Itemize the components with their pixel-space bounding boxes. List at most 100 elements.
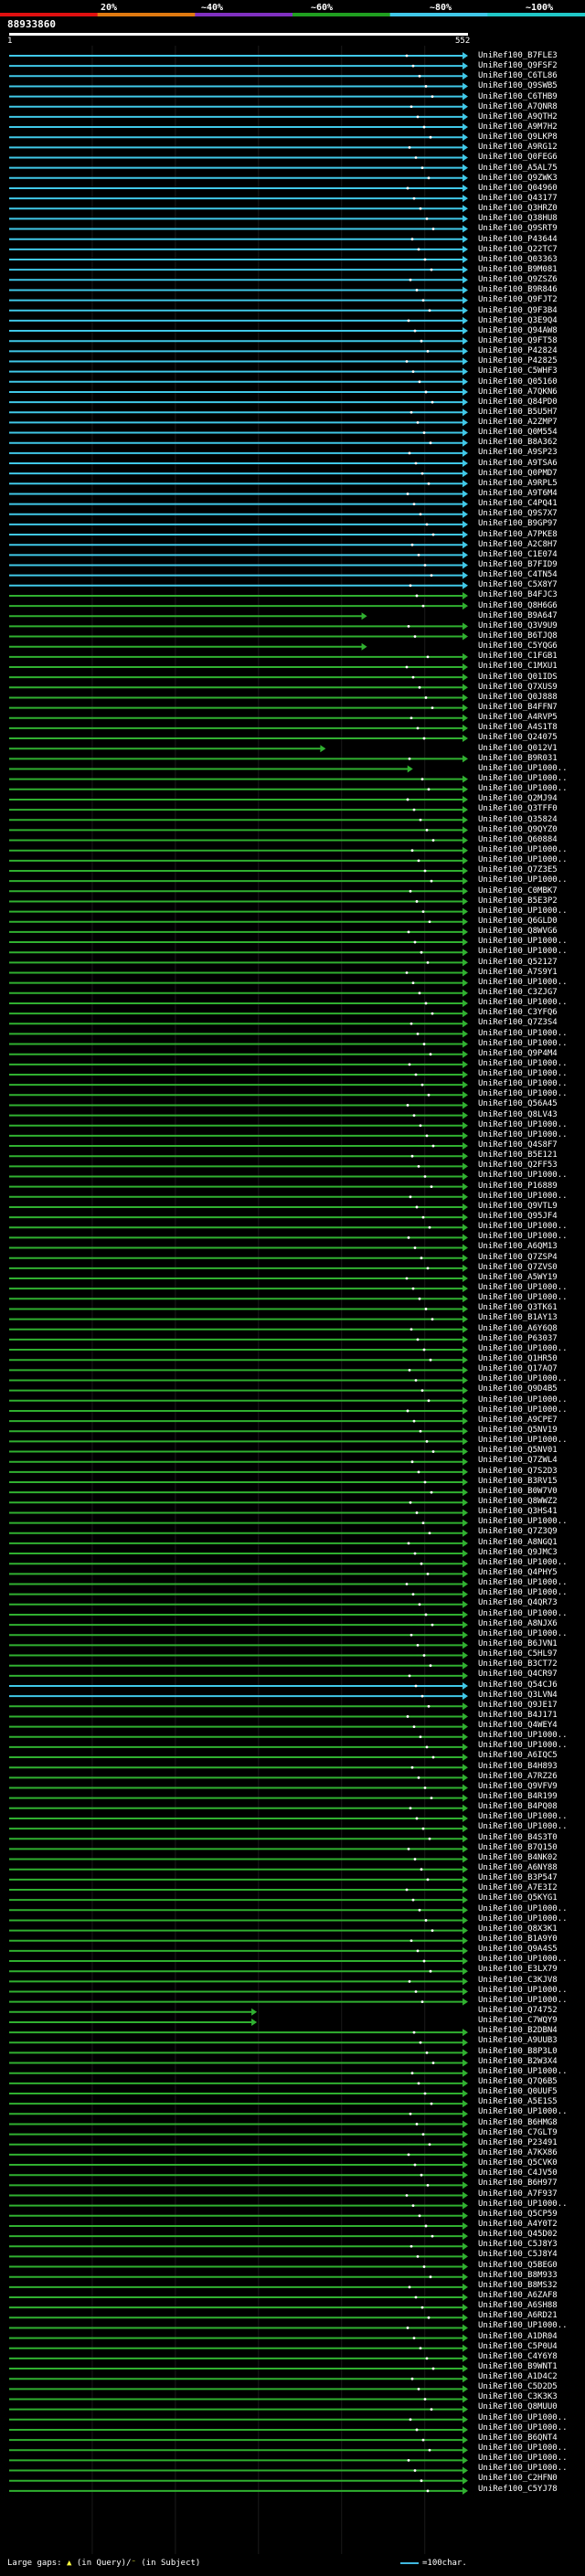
hit-label-link[interactable]: UniRef100_UP1000.. [478,845,585,855]
hit-label-link[interactable]: UniRef100_C5YQG6 [478,641,585,652]
hit-label-link[interactable]: UniRef100_B2DBN4 [478,2026,585,2036]
hit-label-link[interactable]: UniRef100_UP1000.. [478,1741,585,1751]
hit-label-link[interactable]: UniRef100_B6TJQ8 [478,631,585,641]
hit-label-link[interactable]: UniRef100_Q4PHY5 [478,1568,585,1578]
hit-label-link[interactable]: UniRef100_Q38HU8 [478,214,585,224]
hit-label-link[interactable]: UniRef100_B8A362 [478,438,585,448]
hit-label-link[interactable]: UniRef100_UP1000.. [478,1059,585,1069]
hit-label-link[interactable]: UniRef100_Q9VFV9 [478,1782,585,1792]
hit-label-link[interactable]: UniRef100_C5P0U4 [478,2342,585,2352]
hit-label-link[interactable]: UniRef100_Q9FSF2 [478,61,585,71]
hit-label-link[interactable]: UniRef100_Q3TFF0 [478,804,585,814]
hit-label-link[interactable]: UniRef100_B2W3X4 [478,2057,585,2067]
hit-label-link[interactable]: UniRef100_UP1000.. [478,875,585,885]
hit-label-link[interactable]: UniRef100_Q43177 [478,194,585,204]
hit-label-link[interactable]: UniRef100_Q9JE17 [478,1701,585,1711]
hit-label-link[interactable]: UniRef100_UP1000.. [478,1222,585,1232]
hit-label-link[interactable]: UniRef100_B0W7V0 [478,1487,585,1497]
hit-label-link[interactable]: UniRef100_Q9F3B4 [478,306,585,316]
hit-label-link[interactable]: UniRef100_UP1000.. [478,1822,585,1832]
hit-label-link[interactable]: UniRef100_B4FJC3 [478,590,585,600]
hit-label-link[interactable]: UniRef100_B6JVN1 [478,1639,585,1649]
hit-label-link[interactable]: UniRef100_B6HMG8 [478,2118,585,2128]
hit-label-link[interactable]: UniRef100_B3P547 [478,1873,585,1883]
hit-label-link[interactable]: UniRef100_C0MBK7 [478,886,585,896]
hit-label-link[interactable]: UniRef100_UP1000.. [478,1436,585,1446]
hit-label-link[interactable]: UniRef100_UP1000.. [478,774,585,784]
hit-label-link[interactable]: UniRef100_C5HL97 [478,1649,585,1659]
hit-label-link[interactable]: UniRef100_Q0PMD7 [478,469,585,479]
hit-label-link[interactable]: UniRef100_UP1000.. [478,1130,585,1140]
hit-label-link[interactable]: UniRef100_A6ZAF8 [478,2291,585,2301]
hit-label-link[interactable]: UniRef100_UP1000.. [478,2067,585,2077]
hit-label-link[interactable]: UniRef100_B9R031 [478,754,585,764]
hit-label-link[interactable]: UniRef100_B8MS32 [478,2281,585,2291]
hit-label-link[interactable]: UniRef100_A7RZ26 [478,1772,585,1782]
hit-label-link[interactable]: UniRef100_B4J171 [478,1711,585,1721]
hit-label-link[interactable]: UniRef100_C7GLT9 [478,2128,585,2138]
hit-label-link[interactable]: UniRef100_Q01IDS [478,673,585,683]
hit-label-link[interactable]: UniRef100_UP1000.. [478,764,585,774]
hit-label-link[interactable]: UniRef100_C7WQY9 [478,2016,585,2026]
hit-label-link[interactable]: UniRef100_Q4CR97 [478,1670,585,1680]
hit-label-link[interactable]: UniRef100_Q3TK61 [478,1303,585,1313]
hit-label-link[interactable]: UniRef100_B6QNT4 [478,2433,585,2443]
hit-label-link[interactable]: UniRef100_UP1000.. [478,855,585,865]
hit-label-link[interactable]: UniRef100_UP1000.. [478,1629,585,1639]
hit-label-link[interactable]: UniRef100_Q24075 [478,733,585,743]
hit-label-link[interactable]: UniRef100_Q9ZWK3 [478,174,585,184]
hit-label-link[interactable]: UniRef100_C5YJ78 [478,2485,585,2495]
hit-label-link[interactable]: UniRef100_UP1000.. [478,1955,585,1965]
hit-label-link[interactable]: UniRef100_Q7Z3Q9 [478,1527,585,1537]
hit-label-link[interactable]: UniRef100_Q9FJT2 [478,295,585,305]
hit-label-link[interactable]: UniRef100_A5E1S5 [478,2097,585,2107]
hit-label-link[interactable]: UniRef100_UP1000.. [478,1588,585,1598]
hit-label-link[interactable]: UniRef100_Q05160 [478,377,585,387]
hit-label-link[interactable]: UniRef100_Q3V9U9 [478,621,585,631]
hit-label-link[interactable]: UniRef100_Q7Z3E5 [478,865,585,875]
hit-label-link[interactable]: UniRef100_Q5NV19 [478,1426,585,1436]
hit-label-link[interactable]: UniRef100_P42824 [478,346,585,356]
hit-label-link[interactable]: UniRef100_A7F937 [478,2189,585,2200]
hit-label-link[interactable]: UniRef100_Q9S7X7 [478,509,585,519]
hit-label-link[interactable]: UniRef100_Q7S2D3 [478,1467,585,1477]
hit-label-link[interactable]: UniRef100_A9QTH2 [478,112,585,122]
hit-label-link[interactable]: UniRef100_Q0UUF5 [478,2087,585,2097]
hit-label-link[interactable]: UniRef100_A1DR04 [478,2332,585,2342]
hit-label-link[interactable]: UniRef100_A9M7H2 [478,122,585,133]
hit-label-link[interactable]: UniRef100_UP1000.. [478,1731,585,1741]
hit-label-link[interactable]: UniRef100_Q2MJ94 [478,794,585,804]
hit-label-link[interactable]: UniRef100_A7QKN6 [478,387,585,398]
hit-label-link[interactable]: UniRef100_UP1000.. [478,1405,585,1415]
hit-label-link[interactable]: UniRef100_UP1000.. [478,1079,585,1089]
hit-label-link[interactable]: UniRef100_C5X8Y7 [478,580,585,590]
hit-label-link[interactable]: UniRef100_Q84PD0 [478,398,585,408]
hit-label-link[interactable]: UniRef100_A9RG12 [478,143,585,153]
hit-label-link[interactable]: UniRef100_B3CT72 [478,1659,585,1670]
hit-label-link[interactable]: UniRef100_Q95JF4 [478,1212,585,1222]
hit-label-link[interactable]: UniRef100_UP1000.. [478,2413,585,2423]
hit-label-link[interactable]: UniRef100_Q94AW8 [478,326,585,336]
hit-label-link[interactable]: UniRef100_Q3LVN4 [478,1691,585,1701]
hit-label-link[interactable]: UniRef100_Q03363 [478,255,585,265]
hit-label-link[interactable]: UniRef100_B4H893 [478,1762,585,1772]
hit-label-link[interactable]: UniRef100_Q52127 [478,958,585,968]
hit-label-link[interactable]: UniRef100_P43644 [478,235,585,245]
hit-label-link[interactable]: UniRef100_Q2FF53 [478,1161,585,1171]
hit-label-link[interactable]: UniRef100_A7S9Y1 [478,968,585,978]
hit-label-link[interactable]: UniRef100_Q9VTL9 [478,1202,585,1212]
hit-label-link[interactable]: UniRef100_A8NGQ1 [478,1538,585,1548]
hit-label-link[interactable]: UniRef100_UP1000.. [478,1395,585,1405]
hit-label-link[interactable]: UniRef100_UP1000.. [478,1609,585,1619]
hit-label-link[interactable]: UniRef100_Q5NV01 [478,1446,585,1456]
hit-label-link[interactable]: UniRef100_UP1000.. [478,1069,585,1079]
hit-label-link[interactable]: UniRef100_UP1000.. [478,2321,585,2331]
hit-label-link[interactable]: UniRef100_UP1000.. [478,1283,585,1293]
hit-label-link[interactable]: UniRef100_B1AY13 [478,1313,585,1323]
hit-label-link[interactable]: UniRef100_Q7Z3S4 [478,1018,585,1028]
hit-label-link[interactable]: UniRef100_A5WY19 [478,1273,585,1283]
hit-label-link[interactable]: UniRef100_Q4S8F7 [478,1140,585,1150]
hit-label-link[interactable]: UniRef100_Q9FT58 [478,336,585,346]
hit-label-link[interactable]: UniRef100_UP1000.. [478,1344,585,1354]
hit-label-link[interactable]: UniRef100_UP1000.. [478,1374,585,1384]
